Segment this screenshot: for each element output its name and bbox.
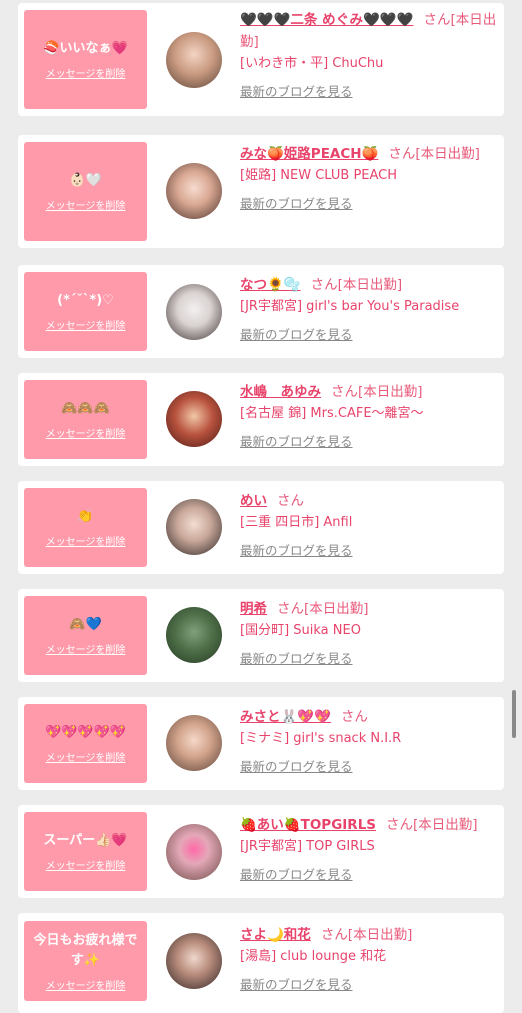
cast-name-link[interactable]: なつ🌻🫧 <box>240 277 301 293</box>
status-text: さん[本日出勤] <box>277 601 369 617</box>
card-info: 🖤🖤🖤二条 めぐみ🖤🖤🖤 さん[本日出勤] [いわき市・平] ChuChu 最新の… <box>240 9 502 100</box>
cast-name-link[interactable]: 🍓あい🍓TOPGIRLS <box>240 817 376 833</box>
status-text: さん[本日出勤] <box>310 277 403 293</box>
message-card: 🙈🙈🙈 メッセージを削除 水嶋 あゆみ さん[本日出勤] [名古屋 錦] Mrs.… <box>18 373 504 466</box>
delete-message-link[interactable]: メッセージを削除 <box>46 317 126 332</box>
delete-message-link[interactable]: メッセージを削除 <box>46 197 126 212</box>
stamp-message: 🙈🙈🙈 メッセージを削除 <box>24 380 147 459</box>
name-line: みな🍑姫路PEACH🍑 さん[本日出勤] <box>240 143 502 165</box>
card-info: 🍓あい🍓TOPGIRLS さん[本日出勤] [JR宇都宮] TOP GIRLS 最… <box>240 814 502 883</box>
shop-text: [JR宇都宮] TOP GIRLS <box>240 839 375 854</box>
card-info: みな🍑姫路PEACH🍑 さん[本日出勤] [姫路] NEW CLUB PEACH … <box>240 143 502 212</box>
shop-text: [姫路] NEW CLUB PEACH <box>240 168 398 183</box>
message-card: (*ˊ˘ˋ*)♡ メッセージを削除 なつ🌻🫧 さん[本日出勤] [JR宇都宮] g… <box>18 265 504 358</box>
card-info: めい さん [三重 四日市] Anfil 最新のブログを見る <box>240 490 502 559</box>
cast-name-link[interactable]: 🖤🖤🖤二条 めぐみ🖤🖤🖤 <box>240 12 413 28</box>
card-info: 明希 さん[本日出勤] [国分町] Suika NEO 最新のブログを見る <box>240 598 502 667</box>
name-line: みさと🐰💖💖 さん <box>240 706 502 728</box>
stamp-message-text: (*ˊ˘ˋ*)♡ <box>57 293 114 308</box>
status-text: さん <box>277 493 304 509</box>
message-card: 👶🏻🤍 メッセージを削除 みな🍑姫路PEACH🍑 さん[本日出勤] [姫路] NE… <box>18 135 504 248</box>
name-line: さよ🌙和花 さん[本日出勤] <box>240 924 502 946</box>
stamp-message-text: 💖💖💖💖💖 <box>45 725 126 740</box>
stamp-message: 今日もお疲れ様です✨ メッセージを削除 <box>24 921 147 1001</box>
avatar[interactable] <box>166 32 222 88</box>
shop-text: [JR宇都宮] girl's bar You's Paradise <box>240 299 460 314</box>
message-card: 🙈💙 メッセージを削除 明希 さん[本日出勤] [国分町] Suika NEO 最… <box>18 589 504 682</box>
latest-blog-link[interactable]: 最新のブログを見る <box>240 864 353 883</box>
message-card: 💖💖💖💖💖 メッセージを削除 みさと🐰💖💖 さん [ミナミ] girl's sna… <box>18 697 504 790</box>
scrollbar[interactable] <box>512 690 516 738</box>
avatar[interactable] <box>166 824 222 880</box>
stamp-message: 💖💖💖💖💖 メッセージを削除 <box>24 704 147 783</box>
name-line: 水嶋 あゆみ さん[本日出勤] <box>240 381 502 403</box>
message-card: スーパー👍🏻💗 メッセージを削除 🍓あい🍓TOPGIRLS さん[本日出勤] [J… <box>18 805 504 898</box>
shop-text: [湯島] club lounge 和花 <box>240 949 387 964</box>
cast-name-link[interactable]: 明希 <box>240 601 267 617</box>
latest-blog-link[interactable]: 最新のブログを見る <box>240 81 353 100</box>
latest-blog-link[interactable]: 最新のブログを見る <box>240 324 353 343</box>
avatar[interactable] <box>166 715 222 771</box>
shop-text: [国分町] Suika NEO <box>240 623 361 638</box>
cast-name-link[interactable]: 水嶋 あゆみ <box>240 384 321 400</box>
status-text: さん[本日出勤] <box>388 146 480 162</box>
latest-blog-link[interactable]: 最新のブログを見る <box>240 540 353 559</box>
delete-message-link[interactable]: メッセージを削除 <box>46 857 126 872</box>
status-text: さん <box>340 709 368 725</box>
delete-message-link[interactable]: メッセージを削除 <box>46 425 126 440</box>
stamp-message-text: 👶🏻🤍 <box>69 173 102 188</box>
avatar[interactable] <box>166 284 222 340</box>
latest-blog-link[interactable]: 最新のブログを見る <box>240 431 353 450</box>
name-line: 🍓あい🍓TOPGIRLS さん[本日出勤] <box>240 814 502 836</box>
name-line: 🖤🖤🖤二条 めぐみ🖤🖤🖤 さん[本日出勤] <box>240 9 502 53</box>
avatar[interactable] <box>166 391 222 447</box>
delete-message-link[interactable]: メッセージを削除 <box>46 749 126 764</box>
shop-text: [三重 四日市] Anfil <box>240 515 353 530</box>
stamp-message-text: 👏 <box>77 509 94 524</box>
stamp-message: 🙈💙 メッセージを削除 <box>24 596 147 675</box>
message-card: 👏 メッセージを削除 めい さん [三重 四日市] Anfil 最新のブログを見る <box>18 481 504 574</box>
cast-name-link[interactable]: さよ🌙和花 <box>240 927 311 943</box>
stamp-message: (*ˊ˘ˋ*)♡ メッセージを削除 <box>24 272 147 351</box>
latest-blog-link[interactable]: 最新のブログを見る <box>240 648 353 667</box>
latest-blog-link[interactable]: 最新のブログを見る <box>240 756 353 775</box>
stamp-message: 👏 メッセージを削除 <box>24 488 147 567</box>
stamp-message: スーパー👍🏻💗 メッセージを削除 <box>24 812 147 891</box>
stamp-message-text: 🍣いいなぁ💗 <box>43 41 128 56</box>
delete-message-link[interactable]: メッセージを削除 <box>46 641 126 656</box>
shop-text: [ミナミ] girl's snack N.I.R <box>240 731 402 746</box>
message-card: 今日もお疲れ様です✨ メッセージを削除 さよ🌙和花 さん[本日出勤] [湯島] c… <box>18 913 504 1013</box>
stamp-message-text: 🙈💙 <box>69 617 102 632</box>
delete-message-link[interactable]: メッセージを削除 <box>46 65 126 80</box>
avatar[interactable] <box>166 933 222 989</box>
card-info: さよ🌙和花 さん[本日出勤] [湯島] club lounge 和花 最新のブログ… <box>240 924 502 993</box>
avatar[interactable] <box>166 607 222 663</box>
delete-message-link[interactable]: メッセージを削除 <box>46 533 126 548</box>
card-info: なつ🌻🫧 さん[本日出勤] [JR宇都宮] girl's bar You's Pa… <box>240 274 502 343</box>
name-line: めい さん <box>240 490 502 512</box>
stamp-message-text: 今日もお疲れ様です✨ <box>33 932 138 968</box>
stamp-message-text: スーパー👍🏻💗 <box>43 833 128 848</box>
name-line: なつ🌻🫧 さん[本日出勤] <box>240 274 502 296</box>
latest-blog-link[interactable]: 最新のブログを見る <box>240 193 353 212</box>
delete-message-link[interactable]: メッセージを削除 <box>46 977 126 992</box>
stamp-message: 👶🏻🤍 メッセージを削除 <box>24 142 147 241</box>
message-card: 🍣いいなぁ💗 メッセージを削除 🖤🖤🖤二条 めぐみ🖤🖤🖤 さん[本日出勤] [いわ… <box>18 3 504 116</box>
stamp-message: 🍣いいなぁ💗 メッセージを削除 <box>24 10 147 109</box>
cast-name-link[interactable]: みな🍑姫路PEACH🍑 <box>240 146 378 162</box>
latest-blog-link[interactable]: 最新のブログを見る <box>240 974 353 993</box>
stamp-message-text: 🙈🙈🙈 <box>61 401 110 416</box>
cast-name-link[interactable]: みさと🐰💖💖 <box>240 709 331 725</box>
avatar[interactable] <box>166 163 222 219</box>
status-text: さん[本日出勤] <box>320 927 413 943</box>
card-info: みさと🐰💖💖 さん [ミナミ] girl's snack N.I.R 最新のブログ… <box>240 706 502 775</box>
cast-name-link[interactable]: めい <box>240 493 267 509</box>
status-text: さん[本日出勤] <box>386 817 478 833</box>
status-text: さん[本日出勤] <box>331 384 423 400</box>
shop-text: [いわき市・平] ChuChu <box>240 56 384 71</box>
name-line: 明希 さん[本日出勤] <box>240 598 502 620</box>
avatar[interactable] <box>166 499 222 555</box>
shop-text: [名古屋 錦] Mrs.CAFE〜離宮〜 <box>240 406 424 421</box>
card-info: 水嶋 あゆみ さん[本日出勤] [名古屋 錦] Mrs.CAFE〜離宮〜 最新のブ… <box>240 381 502 450</box>
